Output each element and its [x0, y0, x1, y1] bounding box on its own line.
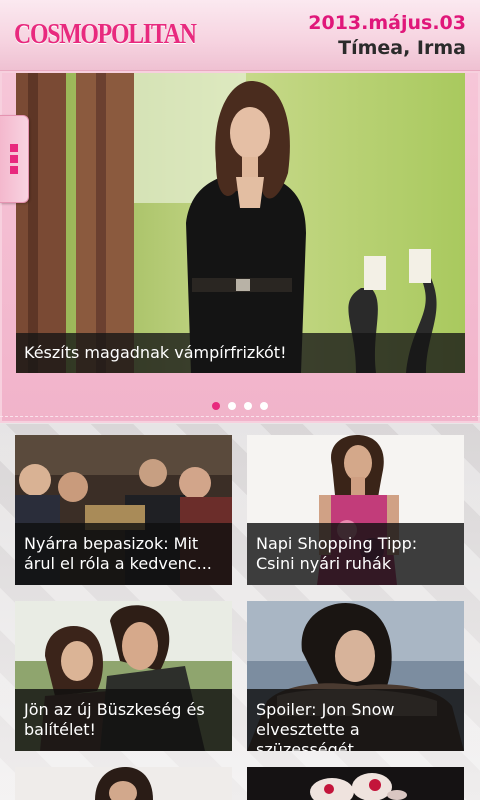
featured-image	[16, 73, 465, 373]
side-menu-tab[interactable]	[0, 115, 29, 203]
article-title: Nyárra bepasizok: Mit árul el róla a ked…	[24, 534, 212, 573]
article-card[interactable]: Jön az új Büszkeség és balítélet!	[15, 601, 232, 751]
article-card-partial[interactable]	[15, 767, 232, 800]
cosmopolitan-logo[interactable]: COSMOPOLITAN	[14, 18, 236, 52]
current-date: 2013.május.03	[308, 12, 466, 34]
app-header: COSMOPOLITAN 2013.május.03 Tímea, Irma	[0, 0, 480, 71]
carousel-dot-3[interactable]	[244, 402, 252, 410]
carousel-dot-2[interactable]	[228, 402, 236, 410]
article-caption-bar: Nyárra bepasizok: Mit árul el róla a ked…	[15, 523, 232, 585]
logo-text: COSMOPOLITAN	[14, 18, 197, 50]
article-card[interactable]: Nyárra bepasizok: Mit árul el róla a ked…	[15, 435, 232, 585]
carousel-page-indicator	[0, 395, 480, 410]
article-title: Napi Shopping Tipp: Csini nyári ruhák	[256, 534, 418, 573]
nameday-names: Tímea, Irma	[338, 37, 466, 59]
article-card-partial[interactable]	[247, 767, 464, 800]
article-card[interactable]: Spoiler: Jon Snow elvesztette a szüzessé…	[247, 601, 464, 751]
article-card[interactable]: Napi Shopping Tipp: Csini nyári ruhák	[247, 435, 464, 585]
article-image	[247, 767, 464, 800]
featured-caption-bar: Készíts magadnak vámpírfrizkót!	[16, 333, 465, 373]
article-title: Spoiler: Jon Snow elvesztette a szüzessé…	[256, 700, 395, 751]
carousel-stitch-divider	[0, 416, 480, 417]
article-image	[15, 767, 232, 800]
article-title: Jön az új Büszkeség és balítélet!	[24, 700, 205, 739]
featured-caption: Készíts magadnak vámpírfrizkót!	[24, 343, 287, 362]
featured-carousel: Készíts magadnak vámpírfrizkót!	[0, 71, 480, 423]
article-caption-bar: Jön az új Büszkeség és balítélet!	[15, 689, 232, 751]
carousel-dot-1[interactable]	[212, 402, 220, 410]
featured-article[interactable]: Készíts magadnak vámpírfrizkót!	[16, 73, 465, 373]
carousel-dot-4[interactable]	[260, 402, 268, 410]
article-caption-bar: Spoiler: Jon Snow elvesztette a szüzessé…	[247, 689, 464, 751]
article-grid: Nyárra bepasizok: Mit árul el róla a ked…	[0, 424, 480, 800]
article-caption-bar: Napi Shopping Tipp: Csini nyári ruhák	[247, 523, 464, 585]
